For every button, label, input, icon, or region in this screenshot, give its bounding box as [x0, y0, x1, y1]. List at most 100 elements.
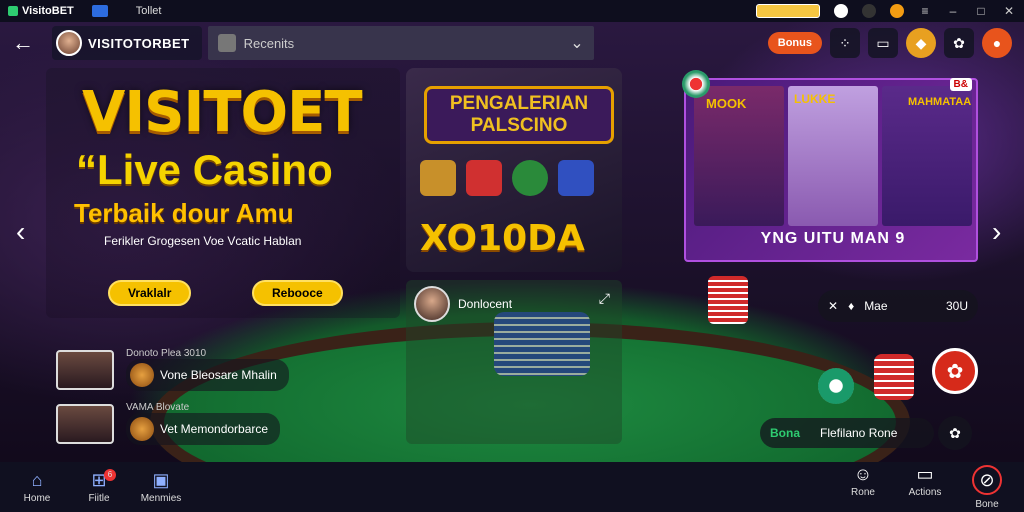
banner-caption: YNG UITU MAN 9 [760, 230, 906, 247]
count-label: 30U [945, 299, 968, 313]
maximize-icon[interactable]: □ [974, 5, 988, 17]
app-badge[interactable]: VisitoBET [8, 5, 74, 17]
nav-label: Fiitle [88, 492, 110, 504]
window-icon[interactable]: ▭ [868, 28, 898, 58]
player-name: Donoto Plea [126, 348, 182, 359]
hero-banner: VISITOET “Live Casino Terbaik dour Amu F… [46, 68, 400, 318]
player-info: Vet Memondorbarce [126, 413, 281, 445]
game-icon [130, 417, 154, 441]
settings-icon[interactable] [862, 4, 876, 18]
dealer-card[interactable] [788, 86, 878, 226]
chip-stack [874, 354, 914, 400]
search-text: Recenits [243, 35, 295, 51]
app-icon [8, 6, 18, 16]
avatar [56, 30, 82, 56]
hero-headline: “Live Casino [76, 146, 333, 193]
person-icon: ☺ [853, 463, 873, 484]
close-icon: ⊘ [972, 464, 1002, 495]
chevron-down-icon[interactable]: ⌄ [570, 33, 583, 53]
promo-items [420, 160, 594, 196]
nav-actions[interactable]: ▭ Actions [894, 465, 956, 510]
nav-label: Bone [975, 498, 999, 510]
player-photo [56, 403, 114, 444]
chip-menu-icon[interactable]: ✿ [938, 416, 972, 450]
laptop-icon: ▭ [916, 463, 934, 484]
card-label: MOOK [706, 96, 747, 111]
nav-bone[interactable]: ⊘ Bone [956, 464, 1018, 510]
player-stat: 3010 [183, 348, 207, 359]
minimize-icon[interactable]: – [946, 5, 960, 17]
nav-label: Actions [908, 486, 942, 498]
gift-icon[interactable]: ◆ [906, 28, 936, 58]
player-name: VAMA [126, 402, 154, 413]
home-icon: ⌂ [31, 469, 43, 490]
player-game: Vet Memondorbarce [160, 422, 269, 436]
dealer-row: Donlocent [414, 286, 512, 322]
bottom-nav: ⌂ Home ⊞ 6 Fiitle ▣ Menmies ☺ Rone ▭ Act… [0, 462, 1024, 512]
chip-icon[interactable]: ✿ [944, 28, 974, 58]
cards-icon [558, 160, 594, 196]
notification-badge: 6 [104, 468, 116, 481]
nav-home[interactable]: ⌂ Home [6, 471, 68, 504]
close-icon[interactable]: ✕ [1002, 5, 1016, 17]
window-title: Tollet [135, 5, 162, 17]
hero-left-button[interactable]: Vraklalr [108, 280, 192, 306]
hero-tagline: Ferikler Grogesen Voe Vcatic Hablan [104, 234, 302, 248]
live-dealer-card[interactable]: Donlocent ⤢ [406, 280, 622, 444]
dealer-name: Donlocent [458, 297, 513, 311]
profile-icon[interactable] [890, 4, 904, 18]
nav-gift[interactable]: ⊞ 6 Fiitle [68, 468, 130, 504]
brand-name: VISITOTORBET [88, 35, 190, 51]
chip-stack [708, 276, 748, 324]
promo-big-text: XO10DA [420, 218, 585, 259]
app-name: VisitoBET [22, 5, 74, 17]
chip-icon [682, 70, 710, 98]
system-bar: VisitoBET Tollet ≡ – □ ✕ [0, 0, 1024, 22]
app-header: ← VISITOTORBET Recenits ⌄ Bonus ⁘ ▭ ◆ ✿ … [0, 22, 1024, 64]
player-row[interactable]: VAMA Blovate Vet Memondorbarce [56, 402, 281, 445]
nav-profile[interactable]: ☺ Rone [832, 465, 894, 510]
cards-icon[interactable]: ♦ [848, 299, 854, 313]
bet-value: Flefilano Rone [820, 426, 898, 440]
player-row[interactable]: Donoto Plea 3010 Vone Bleosare Mhalin [56, 348, 289, 391]
chip-select-button[interactable]: ✿ [932, 348, 978, 394]
share-icon[interactable]: ⁘ [830, 28, 860, 58]
hamburger-icon[interactable]: ≡ [918, 5, 932, 17]
player-photo [56, 349, 114, 390]
tools-icon[interactable]: ✕ [828, 299, 838, 313]
search-icon [217, 34, 236, 52]
carousel-next-icon[interactable]: › [992, 216, 1001, 248]
nav-label: Menmies [140, 492, 182, 504]
hero-right-button[interactable]: Rebooce [252, 280, 343, 306]
dealer-avatar [414, 286, 450, 322]
card-label: MAHMATAA [908, 96, 972, 108]
featured-banner[interactable]: MOOK LUKKE MAHMATAA B& YNG UITU MAN 9 [684, 78, 978, 262]
language-flag-icon[interactable] [756, 4, 820, 18]
notification-icon[interactable] [834, 4, 848, 18]
game-icon [130, 363, 154, 387]
bonus-pill[interactable]: Bonus [767, 32, 822, 54]
brand-chip[interactable]: VISITOTORBET [52, 26, 202, 60]
mode-label: Mae [864, 299, 888, 313]
nav-label: Home [23, 492, 51, 504]
heart-icon [466, 160, 502, 196]
player-stat: Blovate [155, 402, 190, 413]
player-game: Vone Bleosare Mhalin [160, 368, 277, 382]
bet-control[interactable]: Bona Flefilano Rone [760, 418, 934, 448]
carousel-prev-icon[interactable]: ‹ [16, 216, 25, 248]
window-icon[interactable] [91, 5, 108, 17]
player-info: Vone Bleosare Mhalin [126, 359, 289, 391]
promo-card[interactable]: PENGALERIAN PALSCINO XO10DA [406, 68, 622, 272]
promo-title: PENGALERIAN PALSCINO [424, 86, 614, 144]
mode-control[interactable]: ✕ ♦ Mae 30U [818, 290, 978, 322]
search-bar[interactable]: Recenits ⌄ [207, 26, 594, 60]
chip-icon [818, 368, 854, 404]
roulette-icon [512, 160, 548, 196]
expand-icon[interactable]: ⤢ [599, 290, 610, 307]
banner-badge: B& [949, 78, 972, 91]
nav-label: Rone [851, 486, 875, 498]
profile-icon[interactable]: ● [982, 28, 1012, 58]
nav-menu[interactable]: ▣ Menmies [130, 471, 192, 504]
menu-icon: ▣ [152, 469, 170, 490]
back-arrow-icon[interactable]: ← [12, 30, 40, 56]
